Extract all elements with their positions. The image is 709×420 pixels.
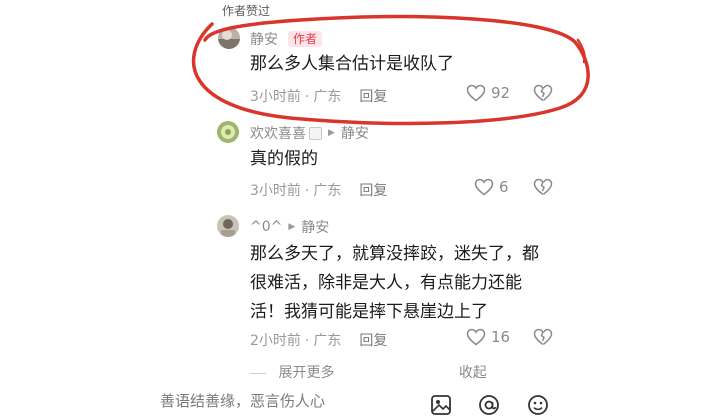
author-name[interactable]: 欢欢喜喜 (250, 123, 306, 143)
broken-heart-icon (533, 84, 553, 102)
emoji-icon[interactable] (527, 394, 549, 420)
image-icon[interactable] (430, 394, 452, 420)
comment-location: 广东 (313, 183, 342, 199)
author-name[interactable]: 静安 (250, 29, 278, 49)
comment-location: 广东 (313, 333, 342, 349)
author-badge: 作者 (288, 31, 323, 47)
comment-text: 那么多人集合估计是收队了 (250, 54, 454, 74)
comment-header: ^0^ ▶ 静安 (250, 217, 329, 237)
comment-location: 广东 (313, 89, 342, 105)
heart-icon (466, 84, 486, 102)
dislike-button[interactable] (533, 84, 553, 102)
collapse-button[interactable]: 收起 (459, 365, 487, 381)
like-count: 16 (491, 328, 511, 346)
heart-icon (466, 328, 486, 346)
reply-arrow-icon: ▶ (328, 128, 335, 138)
comment-header: 静安 作者 (250, 29, 323, 49)
reply-to-name[interactable]: 静安 (341, 123, 369, 143)
like-button[interactable]: 92 (466, 84, 510, 102)
comment-input-bar: 善语结善缘，恶言伤人心 (0, 386, 709, 415)
comment-text: 那么多天了，就算没摔跤，迷失了，都 很难活，除非是大人，有点能力还能 活！我猜可… (250, 244, 539, 322)
author-name[interactable]: ^0^ (250, 219, 282, 235)
comment-text: 真的假的 (250, 149, 318, 169)
expand-collapse-row: 展开更多 收起 (250, 362, 487, 382)
broken-heart-icon (533, 178, 553, 196)
comment-time: 2小时前 (250, 333, 301, 349)
comment-time: 3小时前 (250, 89, 301, 105)
comment-header: 欢欢喜喜 ▶ 静安 (250, 123, 369, 143)
dislike-button[interactable] (533, 178, 553, 196)
like-count: 92 (491, 84, 511, 102)
expand-more-button[interactable]: 展开更多 (278, 365, 334, 381)
like-button[interactable]: 6 (474, 178, 509, 196)
comment-meta: 3小时前 · 广东 回复 (250, 89, 388, 105)
reply-button[interactable]: 回复 (359, 183, 387, 199)
dislike-button[interactable] (533, 328, 553, 346)
like-button[interactable]: 16 (466, 328, 510, 346)
at-icon[interactable] (478, 394, 500, 420)
avatar[interactable] (217, 215, 239, 237)
heart-icon (474, 178, 494, 196)
avatar[interactable] (217, 121, 239, 143)
author-liked-label: 作者赞过 (222, 4, 271, 18)
reply-arrow-icon: ▶ (288, 222, 296, 232)
reply-to-name[interactable]: 静安 (301, 217, 329, 237)
reply-button[interactable]: 回复 (359, 333, 387, 349)
comment-meta: 3小时前 · 广东 回复 (250, 183, 388, 199)
comment-input[interactable]: 善语结善缘，恶言伤人心 (160, 390, 410, 420)
like-count: 6 (499, 178, 509, 196)
comment-time: 3小时前 (250, 183, 301, 199)
reply-button[interactable]: 回复 (359, 89, 387, 105)
comment-meta: 2小时前 · 广东 回复 (250, 333, 388, 349)
avatar[interactable] (218, 27, 240, 49)
level-badge-icon (309, 126, 322, 140)
divider (250, 372, 266, 374)
broken-heart-icon (533, 328, 553, 346)
